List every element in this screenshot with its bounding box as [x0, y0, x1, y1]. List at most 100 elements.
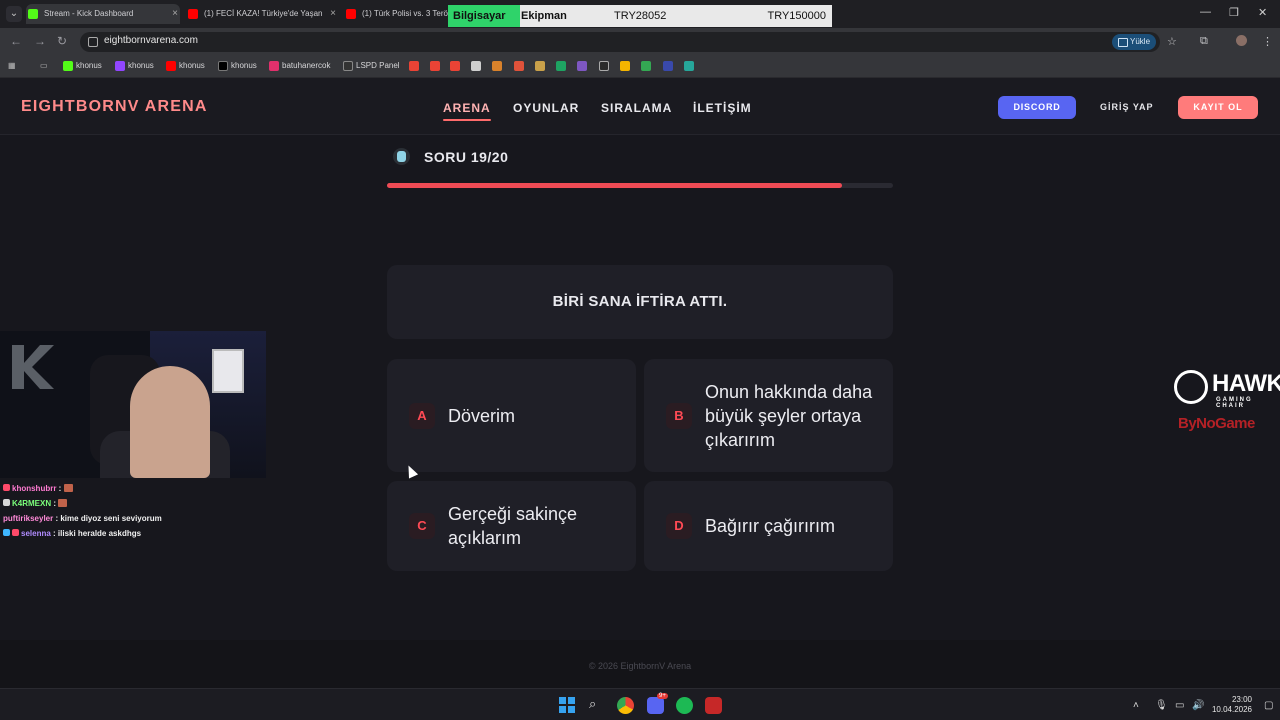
- twitch-icon: [115, 61, 125, 71]
- bookmark-icon[interactable]: [663, 61, 673, 71]
- site-logo[interactable]: EIGHTBORNV ARENA: [21, 98, 208, 116]
- bookmark-label: khonus: [76, 61, 102, 70]
- bookmark-label: khonus: [179, 61, 205, 70]
- chat-message: khonshubrr :: [3, 481, 162, 496]
- question-text: BİRİ SANA İFTİRA ATTI.: [552, 293, 728, 310]
- forward-icon[interactable]: →: [34, 34, 46, 48]
- answer-option-d[interactable]: D Bağırır çağırırım: [644, 481, 893, 571]
- bookmark-icon[interactable]: [620, 61, 630, 71]
- install-app-button[interactable]: Yükle: [1112, 34, 1157, 50]
- bookmark-instagram[interactable]: batuhanercok: [269, 61, 331, 71]
- nav-iletisim[interactable]: İLETİŞİM: [693, 101, 752, 115]
- minimize-icon[interactable]: —: [1200, 6, 1211, 18]
- bookmark-star-icon[interactable]: ☆: [1167, 35, 1177, 48]
- extensions-icon[interactable]: ⧉: [1200, 35, 1208, 48]
- gmail-icon[interactable]: [430, 61, 440, 71]
- login-button[interactable]: GİRİŞ YAP: [1100, 102, 1154, 112]
- tab-youtube-1[interactable]: (1) FECİ KAZA! Türkiye'de Yaşan ×: [186, 4, 338, 24]
- chat-username: puftirikseyler: [3, 514, 54, 523]
- bookmark-lspd[interactable]: LSPD Panel: [343, 61, 400, 71]
- url-text[interactable]: eightbornvarena.com: [104, 35, 198, 46]
- notification-badge: 9+: [657, 693, 668, 699]
- gmail-icon[interactable]: [409, 61, 419, 71]
- goal-label: Bilgisayar ve: [448, 5, 520, 44]
- answer-text: Gerçeği sakinçe açıklarım: [448, 504, 578, 548]
- taskbar: ⌕ 9+ ˄ 🎙 ▭ 🔊 23:00 10.04.2026 ▢: [0, 688, 1280, 720]
- chat-text: iliski heralde askdhgs: [57, 529, 142, 538]
- volume-icon[interactable]: 🔊: [1192, 700, 1204, 711]
- search-icon[interactable]: ⌕: [589, 696, 596, 712]
- bookmark-label: batuhanercok: [282, 61, 331, 70]
- nav-siralama[interactable]: SIRALAMA: [601, 101, 672, 115]
- clock[interactable]: 23:00 10.04.2026: [1212, 695, 1252, 715]
- windows-start-icon[interactable]: [559, 697, 575, 713]
- site-info-icon[interactable]: [88, 37, 98, 47]
- sponsor-subtitle: GAMING CHAIR: [1216, 397, 1253, 409]
- drive-icon[interactable]: [641, 61, 651, 71]
- forms-icon[interactable]: [577, 61, 587, 71]
- microphone-icon[interactable]: 🎙: [1155, 700, 1168, 711]
- answer-option-a[interactable]: A Döverim: [387, 359, 636, 472]
- apps-grid-icon[interactable]: ▦: [8, 61, 16, 70]
- x-icon: [218, 61, 228, 71]
- chrome-icon[interactable]: [617, 697, 634, 714]
- browser-tab-strip: ⌄ Stream - Kick Dashboard × (1) FECİ KAZ…: [0, 0, 1280, 44]
- bookmark-icon[interactable]: [684, 61, 694, 71]
- answer-text: Onun hakkında daha büyük şeyler ortaya ç…: [705, 381, 873, 450]
- goal-target: TRY150000: [767, 10, 826, 22]
- bookmark-x[interactable]: khonus: [218, 61, 257, 71]
- bookmark-icon[interactable]: [535, 61, 545, 71]
- answer-option-b[interactable]: B Onun hakkında daha büyük şeyler ortaya…: [644, 359, 893, 472]
- gmail-icon[interactable]: [450, 61, 460, 71]
- document-icon[interactable]: [471, 61, 481, 71]
- close-window-icon[interactable]: ✕: [1258, 6, 1267, 19]
- bookmark-label: khonus: [128, 61, 154, 70]
- bookmark-icon[interactable]: [599, 61, 609, 71]
- bookmark-icon[interactable]: [492, 61, 502, 71]
- maximize-icon[interactable]: ❐: [1229, 6, 1239, 19]
- k-logo-icon: [12, 345, 54, 389]
- nav-oyunlar[interactable]: OYUNLAR: [513, 101, 579, 115]
- answer-letter: C: [409, 513, 435, 539]
- tab-search-button[interactable]: ⌄: [6, 6, 22, 22]
- close-icon[interactable]: ×: [330, 4, 336, 24]
- back-icon[interactable]: ←: [10, 34, 22, 48]
- close-icon[interactable]: ×: [172, 4, 178, 24]
- folder-icon[interactable]: ▭: [40, 61, 48, 70]
- spotify-icon[interactable]: [676, 697, 693, 714]
- bookmark-twitch[interactable]: khonus: [115, 61, 154, 71]
- address-bar[interactable]: eightbornvarena.com: [80, 32, 1160, 52]
- goal-current: TRY28052: [614, 10, 667, 22]
- tab-youtube-2[interactable]: (1) Türk Polisi vs. 3 Terö: [344, 4, 448, 24]
- sponsor-brand: HAWK: [1212, 370, 1280, 397]
- app-icon[interactable]: [705, 697, 722, 714]
- register-button[interactable]: KAYIT OL: [1178, 96, 1258, 119]
- tab-kick-dashboard[interactable]: Stream - Kick Dashboard ×: [26, 4, 180, 24]
- chat-badge-icon: [3, 529, 10, 536]
- chat-message: selenna : iliski heralde askdhgs: [3, 526, 162, 541]
- quiz-progress-bar: [387, 183, 893, 188]
- notifications-icon[interactable]: ▢: [1264, 700, 1273, 711]
- menu-dots-icon[interactable]: ⋮: [1262, 35, 1273, 48]
- wall-poster: [212, 349, 244, 393]
- tab-label: Stream - Kick Dashboard: [44, 9, 134, 18]
- bookmark-kick[interactable]: khonus: [63, 61, 102, 71]
- kick-icon: [28, 9, 38, 19]
- answer-option-c[interactable]: C Gerçeği sakinçe açıklarım: [387, 481, 636, 571]
- reload-icon[interactable]: ↻: [57, 34, 67, 48]
- site-header: EIGHTBORNV ARENA ARENA OYUNLAR SIRALAMA …: [0, 78, 1280, 135]
- nav-arena[interactable]: ARENA: [443, 101, 491, 121]
- discord-button[interactable]: DISCORD: [998, 96, 1076, 119]
- chat-username: khonshubrr: [12, 484, 57, 493]
- profile-avatar[interactable]: [1236, 35, 1247, 46]
- emote-icon: [63, 484, 73, 492]
- sheets-icon[interactable]: [556, 61, 566, 71]
- youtube-icon: [346, 9, 356, 19]
- clock-date: 10.04.2026: [1211, 705, 1252, 714]
- bookmark-youtube[interactable]: khonus: [166, 61, 205, 71]
- instagram-icon: [269, 61, 279, 71]
- network-icon[interactable]: ▭: [1175, 700, 1184, 711]
- discord-icon[interactable]: [647, 697, 664, 714]
- bookmark-icon[interactable]: [514, 61, 524, 71]
- chevron-up-icon[interactable]: ˄: [1133, 700, 1139, 711]
